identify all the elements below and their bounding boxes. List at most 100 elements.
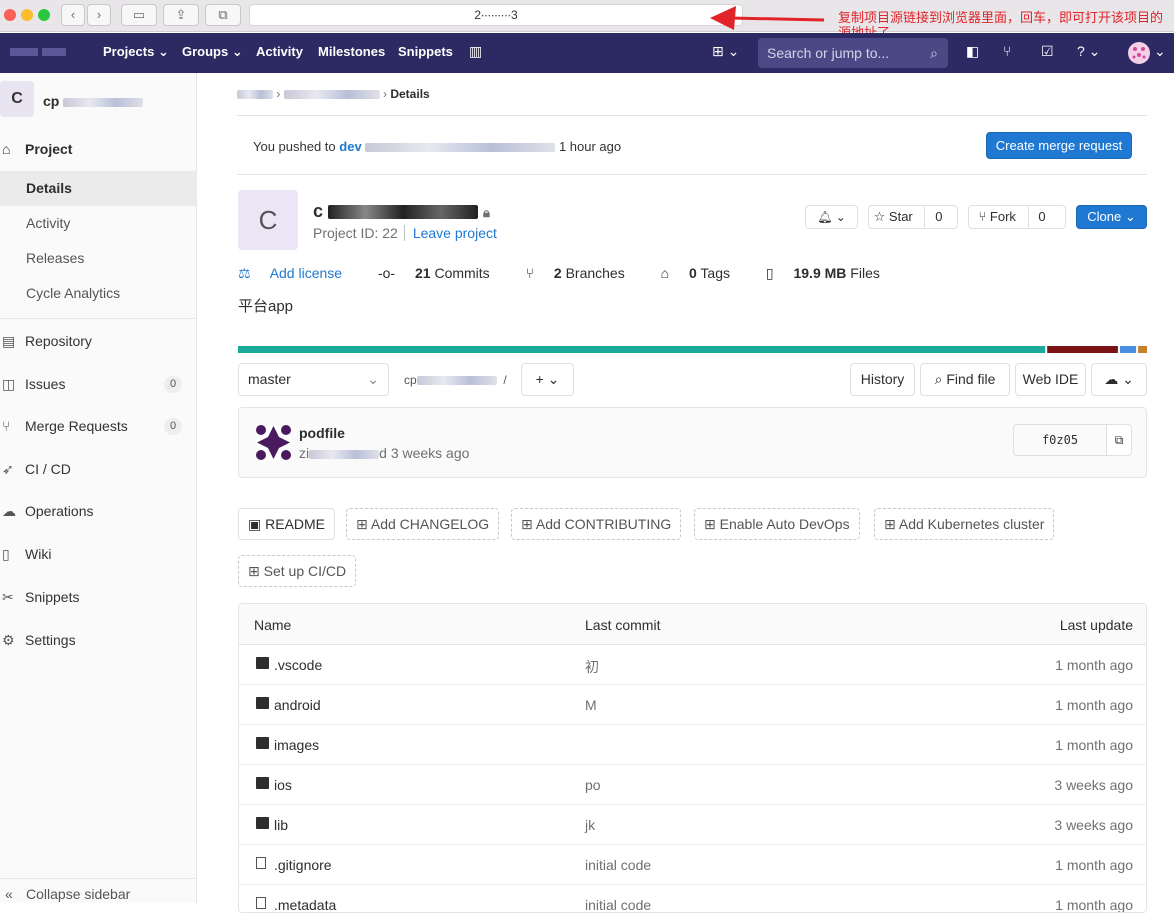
create-merge-request-button[interactable]: Create merge request — [986, 132, 1132, 159]
file-name-link[interactable]: ios — [274, 777, 292, 793]
star-button[interactable]: ☆ Star 0 — [868, 205, 958, 229]
commit-author-avatar[interactable] — [255, 424, 292, 461]
commit-meta: zi d 3 weeks ago — [299, 445, 470, 461]
share-icon: ⇪ — [175, 7, 187, 22]
language-segment[interactable] — [1138, 346, 1147, 353]
commit-sha[interactable]: f0z05 — [1013, 424, 1107, 456]
nav-milestones[interactable]: Milestones — [318, 44, 385, 59]
sidebar-item-ci-cd[interactable]: ➶ CI / CD — [0, 452, 197, 486]
last-commit-message-link[interactable]: M — [585, 697, 597, 713]
sidebar-panel-icon[interactable]: ◧ — [966, 43, 979, 60]
sidebar-item-project[interactable]: ⌂ Project — [0, 132, 197, 166]
file-name-link[interactable]: images — [274, 737, 319, 753]
sidebar-subitem-releases[interactable]: Releases — [0, 241, 197, 276]
nav-snippets[interactable]: Snippets — [398, 44, 453, 59]
address-bar[interactable]: 2∙∙∙∙∙∙∙∙∙3 — [249, 4, 743, 26]
sidebar-project-header[interactable]: C cp — [0, 81, 197, 121]
back-button[interactable]: ‹ — [61, 4, 85, 26]
share-button[interactable]: ⇪ — [163, 4, 199, 26]
readme-button[interactable]: ▣ README — [238, 508, 336, 540]
commits-link[interactable]: -o- 21 Commits — [378, 265, 506, 281]
clone-dropdown-button[interactable]: Clone ⌄ — [1076, 205, 1147, 229]
breadcrumb-group[interactable] — [237, 90, 273, 100]
file-icon: ▣ — [248, 516, 262, 532]
files-size-link[interactable]: ▯ 19.9 MB Files — [766, 265, 896, 281]
file-name-link[interactable]: android — [274, 697, 321, 713]
sidebar-subitem-activity[interactable]: Activity — [0, 206, 197, 241]
language-segment[interactable] — [238, 346, 1046, 353]
tabs-button[interactable]: ⧉ — [205, 4, 241, 26]
commit-title-link[interactable]: podfile — [299, 425, 345, 441]
sidebar-item-merge-requests[interactable]: ⑂ Merge Requests 0 — [0, 409, 197, 443]
todo-check-icon[interactable]: ☑ — [1041, 43, 1054, 60]
nav-activity[interactable]: Activity — [256, 44, 303, 59]
file-name-link[interactable]: .gitignore — [274, 857, 332, 873]
enable-auto-devops-button[interactable]: ⊞ Enable Auto DevOps — [694, 508, 860, 540]
breadcrumb-project[interactable] — [283, 90, 380, 100]
nav-projects[interactable]: Projects ⌄ — [103, 44, 169, 60]
minimize-window-button[interactable] — [21, 9, 33, 21]
table-row[interactable]: .metadata initial code 1 month ago — [239, 885, 1146, 912]
gitlab-logo-icon[interactable] — [10, 46, 68, 58]
copy-sha-button[interactable]: ⧉ — [1106, 424, 1132, 456]
last-commit-message-link[interactable]: po — [585, 777, 601, 793]
double-chevron-left-icon: « — [5, 886, 13, 902]
file-icon: ▯ — [765, 265, 774, 281]
last-commit-message-link[interactable]: jk — [585, 817, 595, 833]
add-changelog-button[interactable]: ⊞ Add CHANGELOG — [346, 508, 500, 540]
add-license-link[interactable]: ⚖ Add license — [238, 265, 358, 281]
search-input[interactable]: Search or jump to... ⌕ — [758, 38, 948, 68]
web-ide-button[interactable]: Web IDE — [1015, 363, 1086, 396]
last-commit-message-link[interactable]: 初 — [585, 657, 599, 677]
last-commit-message-link[interactable]: initial code — [585, 897, 651, 912]
table-row[interactable]: lib jk 3 weeks ago — [239, 805, 1146, 845]
sidebar-item-wiki[interactable]: ▯ Wiki — [0, 537, 197, 571]
notification-dropdown[interactable]: 🔔︎ ⌄ — [805, 205, 858, 229]
zoom-window-button[interactable] — [38, 9, 50, 21]
table-row[interactable]: .gitignore initial code 1 month ago — [239, 845, 1146, 885]
merge-request-icon[interactable]: ⑂ — [1003, 43, 1011, 59]
history-button[interactable]: History — [850, 363, 915, 396]
user-avatar[interactable]: ⌄ — [1127, 41, 1166, 68]
sidebar-subitem-cycle-analytics[interactable]: Cycle Analytics — [0, 276, 197, 311]
file-name-link[interactable]: .metadata — [274, 897, 336, 912]
chart-icon[interactable]: ▥ — [469, 43, 482, 60]
new-item-plus-icon[interactable]: ⊞ ⌄ — [712, 43, 739, 60]
table-row[interactable]: .vscode 初 1 month ago — [239, 645, 1146, 685]
forward-button[interactable]: › — [87, 4, 111, 26]
plus-square-icon: ⊞ — [704, 516, 716, 532]
sidebar-toggle-button[interactable]: ▭ — [121, 4, 157, 26]
branch-select[interactable]: master ⌄ — [238, 363, 389, 396]
nav-groups[interactable]: Groups ⌄ — [182, 44, 243, 60]
file-name-link[interactable]: .vscode — [274, 657, 322, 673]
pushed-branch-link[interactable]: dev — [339, 139, 361, 154]
branches-link[interactable]: ⑂ 2 Branches — [526, 265, 641, 281]
last-commit-message-link[interactable]: initial code — [585, 857, 651, 873]
table-row[interactable]: ios po 3 weeks ago — [239, 765, 1146, 805]
sidebar-subitem-details[interactable]: Details — [0, 171, 197, 206]
sidebar-item-issues[interactable]: ◫ Issues 0 — [0, 367, 197, 401]
add-contributing-button[interactable]: ⊞ Add CONTRIBUTING — [511, 508, 682, 540]
sidebar-item-repository[interactable]: ▤ Repository — [0, 324, 197, 358]
file-icon — [256, 857, 266, 869]
sidebar-item-settings[interactable]: ⚙ Settings — [0, 623, 197, 657]
table-row[interactable]: android M 1 month ago — [239, 685, 1146, 725]
tags-link[interactable]: ⌂ 0 Tags — [661, 265, 746, 281]
find-file-button[interactable]: ⌕ Find file — [920, 363, 1010, 396]
setup-ci-cd-button[interactable]: ⊞ Set up CI/CD — [238, 555, 357, 587]
close-window-button[interactable] — [4, 9, 16, 21]
fork-button[interactable]: ⑂ Fork 0 — [968, 205, 1066, 229]
download-dropdown[interactable]: ☁ ⌄ — [1091, 363, 1147, 396]
sidebar-item-snippets[interactable]: ✂ Snippets — [0, 580, 197, 614]
leave-project-link[interactable]: Leave project — [403, 225, 497, 241]
help-icon[interactable]: ? ⌄ — [1077, 43, 1100, 60]
language-segment[interactable] — [1047, 346, 1118, 353]
table-row[interactable]: images 1 month ago — [239, 725, 1146, 765]
sidebar-item-operations[interactable]: ☁ Operations — [0, 494, 197, 528]
add-kubernetes-cluster-button[interactable]: ⊞ Add Kubernetes cluster — [874, 508, 1055, 540]
fork-count: 0 — [1027, 206, 1056, 228]
file-name-link[interactable]: lib — [274, 817, 288, 833]
language-segment[interactable] — [1119, 346, 1137, 353]
collapse-sidebar-button[interactable]: « Collapse sidebar — [0, 878, 197, 908]
add-file-dropdown[interactable]: + ⌄ — [521, 363, 574, 396]
